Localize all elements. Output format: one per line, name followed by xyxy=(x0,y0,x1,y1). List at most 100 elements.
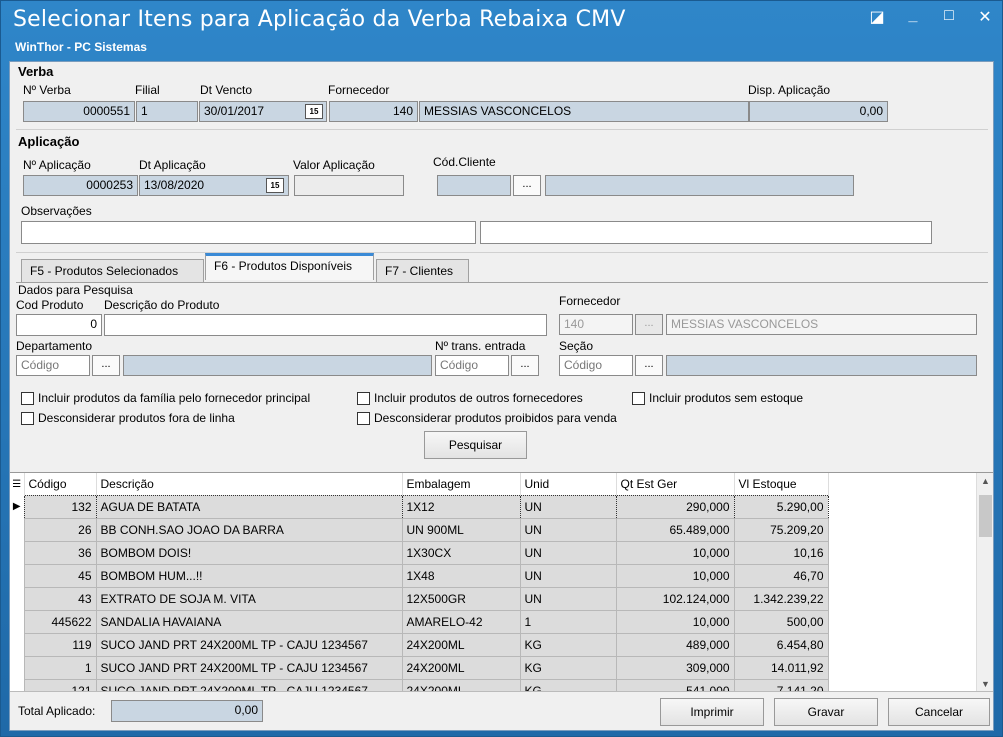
table-row[interactable]: ▶ 132 AGUA DE BATATA 1X12 UN 290,000 5.290,00 xyxy=(10,494,829,519)
cliente-lookup-button[interactable]: ... xyxy=(513,175,541,196)
vertical-scrollbar[interactable]: ▲ ▼ xyxy=(976,473,993,691)
check-familia[interactable]: Incluir produtos da família pelo fornece… xyxy=(21,391,310,405)
table-cell: 1 xyxy=(23,655,97,680)
column-header-codigo[interactable]: Código xyxy=(24,473,97,495)
table-row[interactable]: 121 SUCO JAND PRT 24X200ML TP - CAJU 1234… xyxy=(10,678,829,691)
pesquisa-group-title: Dados para Pesquisa xyxy=(18,283,133,297)
calendar-icon[interactable]: 15 xyxy=(266,178,284,193)
check-proibidos[interactable]: Desconsiderar produtos proibidos para ve… xyxy=(357,411,617,425)
scroll-thumb[interactable] xyxy=(979,495,992,537)
cliente-code-field[interactable] xyxy=(437,175,511,196)
table-cell: 14.011,92 xyxy=(733,655,829,680)
verba-fornecedor-label: Fornecedor xyxy=(328,83,390,97)
imprimir-button[interactable]: Imprimir xyxy=(660,698,764,726)
table-cell: 5.290,00 xyxy=(733,494,829,519)
calendar-icon[interactable]: 15 xyxy=(305,104,323,119)
cancelar-button[interactable]: Cancelar xyxy=(888,698,990,726)
checkbox[interactable] xyxy=(21,391,34,405)
column-header-embalagem[interactable]: Embalagem xyxy=(402,473,521,495)
descricao-input[interactable] xyxy=(104,314,547,336)
cliente-label: Cód.Cliente xyxy=(433,155,496,169)
table-row[interactable]: 36 BOMBOM DOIS! 1X30CX UN 10,000 10,16 xyxy=(10,540,829,565)
table-row[interactable]: 119 SUCO JAND PRT 24X200ML TP - CAJU 1234… xyxy=(10,632,829,657)
gravar-button[interactable]: Gravar xyxy=(774,698,878,726)
table-cell: 45 xyxy=(23,563,97,588)
table-cell: BB CONH.SAO JOAO DA BARRA xyxy=(95,517,403,542)
table-cell: 132 xyxy=(23,494,97,519)
tab-clientes[interactable]: F7 - Clientes xyxy=(376,259,469,283)
scroll-up-icon[interactable]: ▲ xyxy=(977,476,993,486)
table-cell: 445622 xyxy=(23,609,97,634)
table-cell: 121 xyxy=(23,678,97,691)
table-cell: 541,000 xyxy=(615,678,735,691)
table-row[interactable]: 43 EXTRATO DE SOJA M. VITA 12X500GR UN 102.1… xyxy=(10,586,829,611)
checkbox[interactable] xyxy=(21,411,34,425)
obs-label: Observações xyxy=(21,204,92,218)
table-row[interactable]: 445622 SANDALIA HAVAIANA AMARELO-42 1 10,000… xyxy=(10,609,829,634)
table-row[interactable]: 45 BOMBOM HUM...!! 1X48 UN 10,000 46,70 xyxy=(10,563,829,588)
secao-label: Seção xyxy=(559,339,594,353)
checkbox[interactable] xyxy=(357,411,370,425)
fornecedor-lookup-button[interactable]: ... xyxy=(635,314,663,335)
divider xyxy=(16,252,988,253)
departamento-lookup-button[interactable]: ... xyxy=(92,355,120,376)
table-cell: 1 xyxy=(519,609,617,634)
table-row[interactable]: 26 BB CONH.SAO JOAO DA BARRA UN 900ML UN 65.… xyxy=(10,517,829,542)
table-cell: 1X30CX xyxy=(401,540,521,565)
pesquisar-button[interactable]: Pesquisar xyxy=(424,431,527,459)
verba-fornecedor-code: 140 xyxy=(329,101,418,122)
column-header-unid[interactable]: Unid xyxy=(520,473,617,495)
table-cell: 10,000 xyxy=(615,540,735,565)
tab-produtos-selecionados[interactable]: F5 - Produtos Selecionados xyxy=(21,259,204,283)
checkbox[interactable] xyxy=(632,391,645,405)
column-header-descricao[interactable]: Descrição xyxy=(96,473,403,495)
table-cell: EXTRATO DE SOJA M. VITA xyxy=(95,586,403,611)
cod-produto-label: Cod Produto xyxy=(16,298,84,312)
trans-input[interactable]: Código xyxy=(435,355,509,376)
tab-produtos-disponiveis[interactable]: F6 - Produtos Disponíveis xyxy=(205,253,374,280)
aplicacao-num-field: 0000253 xyxy=(23,175,138,196)
row-indicator xyxy=(10,633,24,656)
check-sem-estoque[interactable]: Incluir produtos sem estoque xyxy=(632,391,803,405)
table-cell: 43 xyxy=(23,586,97,611)
secao-lookup-button[interactable]: ... xyxy=(635,355,663,376)
table-cell: 75.209,20 xyxy=(733,517,829,542)
checkbox[interactable] xyxy=(357,391,370,405)
table-cell: UN xyxy=(519,540,617,565)
restore-icon[interactable]: ◪ xyxy=(868,7,886,27)
obs-field-1[interactable] xyxy=(21,221,476,244)
column-header-qt-est[interactable]: Qt Est Ger xyxy=(616,473,735,495)
table-cell: 1.342.239,22 xyxy=(733,586,829,611)
check-fora-de-linha[interactable]: Desconsiderar produtos fora de linha xyxy=(21,411,235,425)
departamento-input[interactable]: Código xyxy=(16,355,90,376)
trans-lookup-button[interactable]: ... xyxy=(511,355,539,376)
obs-field-2[interactable] xyxy=(480,221,932,244)
scroll-down-icon[interactable]: ▼ xyxy=(977,679,993,689)
products-grid: ☰ Código Descrição Embalagem Unid Qt Est… xyxy=(10,472,993,691)
cod-produto-input[interactable]: 0 xyxy=(16,314,102,336)
valor-field[interactable] xyxy=(294,175,404,196)
row-indicator xyxy=(10,656,24,679)
column-options-icon[interactable]: ☰ xyxy=(10,473,25,495)
column-header-vl-estoque[interactable]: Vl Estoque xyxy=(734,473,829,495)
table-cell: KG xyxy=(519,678,617,691)
disp-label: Disp. Aplicação xyxy=(748,83,831,97)
table-cell: AMARELO-42 xyxy=(401,609,521,634)
total-label: Total Aplicado: xyxy=(18,704,96,718)
minimize-icon[interactable]: _ xyxy=(904,7,922,27)
aplicacao-dt-label: Dt Aplicação xyxy=(139,158,206,172)
app-window: Selecionar Itens para Aplicação da Verba… xyxy=(0,0,1003,737)
table-cell: 10,000 xyxy=(615,563,735,588)
close-icon[interactable]: ✕ xyxy=(976,7,994,27)
maximize-icon[interactable]: □ xyxy=(940,7,958,27)
secao-input[interactable]: Código xyxy=(559,355,633,376)
disp-field: 0,00 xyxy=(749,101,888,122)
check-outros-fornecedores[interactable]: Incluir produtos de outros fornecedores xyxy=(357,391,583,405)
aplicacao-section-title: Aplicação xyxy=(18,134,80,149)
departamento-name xyxy=(123,355,432,376)
row-indicator xyxy=(10,610,24,633)
row-indicator xyxy=(10,587,24,610)
title-bar[interactable]: Selecionar Itens para Aplicação da Verba… xyxy=(1,1,1002,59)
table-cell: BOMBOM HUM...!! xyxy=(95,563,403,588)
table-row[interactable]: 1 SUCO JAND PRT 24X200ML TP - CAJU 123456… xyxy=(10,655,829,680)
